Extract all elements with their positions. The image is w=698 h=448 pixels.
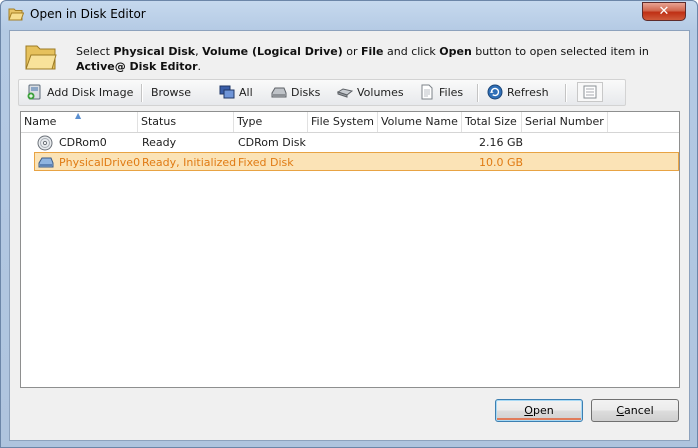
folder-open-icon [8, 8, 24, 21]
open-mnemonic: O [524, 404, 533, 417]
column-name-label: Name [24, 115, 57, 128]
refresh-label: Refresh [507, 86, 549, 99]
column-header-file-system[interactable]: File System [308, 112, 378, 132]
table-row[interactable]: CDRom0 Ready CDRom Disk 2.16 GB [21, 133, 679, 152]
column-status-label: Status [141, 115, 177, 128]
sort-ascending-icon: ▲ [75, 111, 82, 120]
volumes-icon [337, 88, 353, 98]
list-header: Name ▲ Status Type File System Volume Na… [21, 112, 679, 133]
dialog-window: Open in Disk Editor ✕ Select Physical Di… [0, 0, 698, 448]
disks-label: Disks [291, 86, 321, 99]
device-list[interactable]: Name ▲ Status Type File System Volume Na… [20, 111, 680, 388]
row-type: Fixed Disk [238, 156, 294, 169]
refresh-button[interactable]: Refresh [487, 80, 551, 105]
toolbar-separator [477, 84, 479, 102]
column-total-size-label: Total Size [465, 115, 517, 128]
add-disk-image-icon [27, 84, 41, 100]
close-button[interactable]: ✕ [642, 2, 686, 21]
cancel-mnemonic: C [616, 404, 625, 417]
row-type: CDRom Disk [238, 136, 306, 149]
default-button-accent [497, 418, 581, 420]
add-disk-image-button[interactable]: Add Disk Image [27, 80, 133, 105]
browse-disks-button[interactable]: Disks [271, 80, 327, 105]
cancel-button[interactable]: Cancel [591, 399, 679, 422]
folder-icon [25, 45, 57, 70]
column-header-serial-number[interactable]: Serial Number [522, 112, 608, 132]
all-label: All [239, 86, 253, 99]
desc-app-name: Active@ Disk Editor [76, 60, 198, 73]
title-bar[interactable]: Open in Disk Editor ✕ [1, 1, 697, 29]
file-icon [421, 84, 433, 100]
row-total-size: 2.16 GB [479, 136, 524, 149]
browse-volumes-button[interactable]: Volumes [337, 80, 407, 105]
details-view-toggle[interactable] [577, 82, 603, 102]
desc-text: Select [76, 45, 114, 58]
column-header-volume-name[interactable]: Volume Name [378, 112, 462, 132]
open-label: pen [532, 404, 554, 417]
window-title: Open in Disk Editor [30, 7, 146, 21]
open-button[interactable]: Open [495, 399, 583, 422]
disks-icon [271, 87, 287, 98]
cancel-label: ancel [624, 404, 654, 417]
dialog-client-area: Select Physical Disk, Volume (Logical Dr… [9, 30, 690, 441]
hard-disk-icon [38, 157, 54, 168]
all-devices-icon [219, 85, 235, 99]
column-volume-name-label: Volume Name [381, 115, 458, 128]
row-status: Ready [142, 136, 177, 149]
desc-volume: Volume (Logical Drive) [202, 45, 343, 58]
desc-text: or [342, 45, 361, 58]
desc-text: and click [383, 45, 440, 58]
desc-file: File [360, 45, 384, 58]
cdrom-icon [37, 135, 53, 151]
files-label: Files [439, 86, 464, 99]
column-header-type[interactable]: Type [234, 112, 308, 132]
desc-text: button to open selected item in [471, 45, 649, 58]
details-view-icon [583, 85, 597, 99]
row-name: PhysicalDrive0 [59, 156, 141, 169]
column-serial-number-label: Serial Number [525, 115, 604, 128]
dialog-header: Select Physical Disk, Volume (Logical Dr… [10, 31, 689, 77]
row-name: CDRom0 [59, 136, 107, 149]
column-header-name[interactable]: Name ▲ [21, 112, 138, 132]
browse-for-label: Browse for: [151, 80, 211, 124]
table-row-selected[interactable]: PhysicalDrive0 Ready, Initialized Fixed … [34, 152, 679, 171]
volumes-label: Volumes [357, 86, 404, 99]
column-header-total-size[interactable]: Total Size [462, 112, 522, 132]
toolbar-separator [141, 84, 143, 102]
add-disk-image-label: Add Disk Image [47, 86, 134, 99]
column-file-system-label: File System [311, 115, 374, 128]
desc-text: . [197, 60, 202, 73]
toolbar-separator [565, 84, 567, 102]
toolbar: Add Disk Image Browse for: All Disks [18, 79, 626, 124]
desc-physical-disk: Physical Disk [113, 45, 196, 58]
close-icon: ✕ [658, 4, 670, 19]
row-status: Ready, Initialized [142, 156, 237, 169]
column-header-status[interactable]: Status [138, 112, 234, 132]
refresh-icon [487, 84, 503, 100]
column-type-label: Type [237, 115, 263, 128]
browse-files-button[interactable]: Files [419, 80, 467, 105]
row-total-size: 10.0 GB [479, 156, 524, 169]
browse-all-button[interactable]: All [219, 80, 259, 105]
instruction-text: Select Physical Disk, Volume (Logical Dr… [76, 44, 666, 74]
desc-open: Open [439, 45, 472, 58]
